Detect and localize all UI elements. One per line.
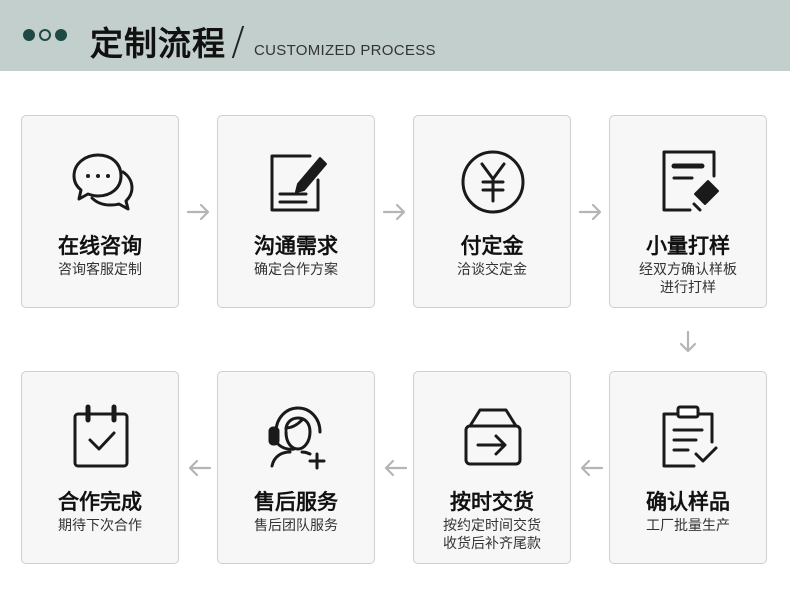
step-title: 小量打样	[646, 234, 730, 258]
arrow-left-icon	[382, 458, 408, 478]
step-card-aftersales: 售后服务 售后团队服务	[217, 371, 375, 564]
arrow-right-icon	[382, 202, 408, 222]
customer-service-icon	[262, 402, 332, 472]
step-title: 按时交货	[450, 490, 534, 514]
arrow-right-icon	[186, 202, 212, 222]
step-title: 售后服务	[254, 490, 338, 514]
edit-document-icon	[262, 146, 332, 216]
step-card-complete: 合作完成 期待下次合作	[21, 371, 179, 564]
step-description: 期待下次合作	[58, 518, 142, 534]
arrow-down-icon	[678, 330, 698, 354]
step-title: 合作完成	[58, 490, 142, 514]
step-description: 工厂批量生产	[646, 518, 730, 534]
page-subtitle: CUSTOMIZED PROCESS	[254, 42, 436, 59]
dot-icon	[23, 29, 35, 41]
step-description: 经双方确认样板 进行打样	[639, 262, 737, 296]
step-description: 售后团队服务	[254, 518, 338, 534]
step-description: 按约定时间交货 收货后补齐尾款	[443, 518, 541, 552]
header-banner: 定制流程 CUSTOMIZED PROCESS	[0, 0, 790, 71]
dot-icon	[39, 29, 51, 41]
step-description: 确定合作方案	[254, 262, 338, 278]
yen-coin-icon	[458, 146, 528, 216]
step-title: 付定金	[460, 234, 524, 258]
step-card-deposit: 付定金 洽谈交定金	[413, 115, 571, 308]
package-arrow-icon	[458, 402, 528, 472]
step-card-consult: 在线咨询 咨询客服定制	[21, 115, 179, 308]
step-card-confirm-sample: 确认样品 工厂批量生产	[609, 371, 767, 564]
chat-bubbles-icon	[66, 146, 136, 216]
step-description: 咨询客服定制	[58, 262, 142, 278]
header-dots	[23, 29, 67, 41]
step-card-sampling: 小量打样 经双方确认样板 进行打样	[609, 115, 767, 308]
step-description: 洽谈交定金	[457, 262, 527, 278]
step-title: 在线咨询	[58, 234, 142, 258]
arrow-left-icon	[186, 458, 212, 478]
step-title: 确认样品	[646, 490, 730, 514]
clipboard-check-icon	[654, 402, 724, 472]
arrow-left-icon	[578, 458, 604, 478]
dot-icon	[55, 29, 67, 41]
title-divider	[231, 26, 245, 58]
calendar-check-icon	[66, 402, 136, 472]
step-title: 沟通需求	[254, 234, 338, 258]
sample-document-icon	[654, 146, 724, 216]
step-card-delivery: 按时交货 按约定时间交货 收货后补齐尾款	[413, 371, 571, 564]
step-card-communicate: 沟通需求 确定合作方案	[217, 115, 375, 308]
page-title: 定制流程	[90, 24, 226, 63]
arrow-right-icon	[578, 202, 604, 222]
